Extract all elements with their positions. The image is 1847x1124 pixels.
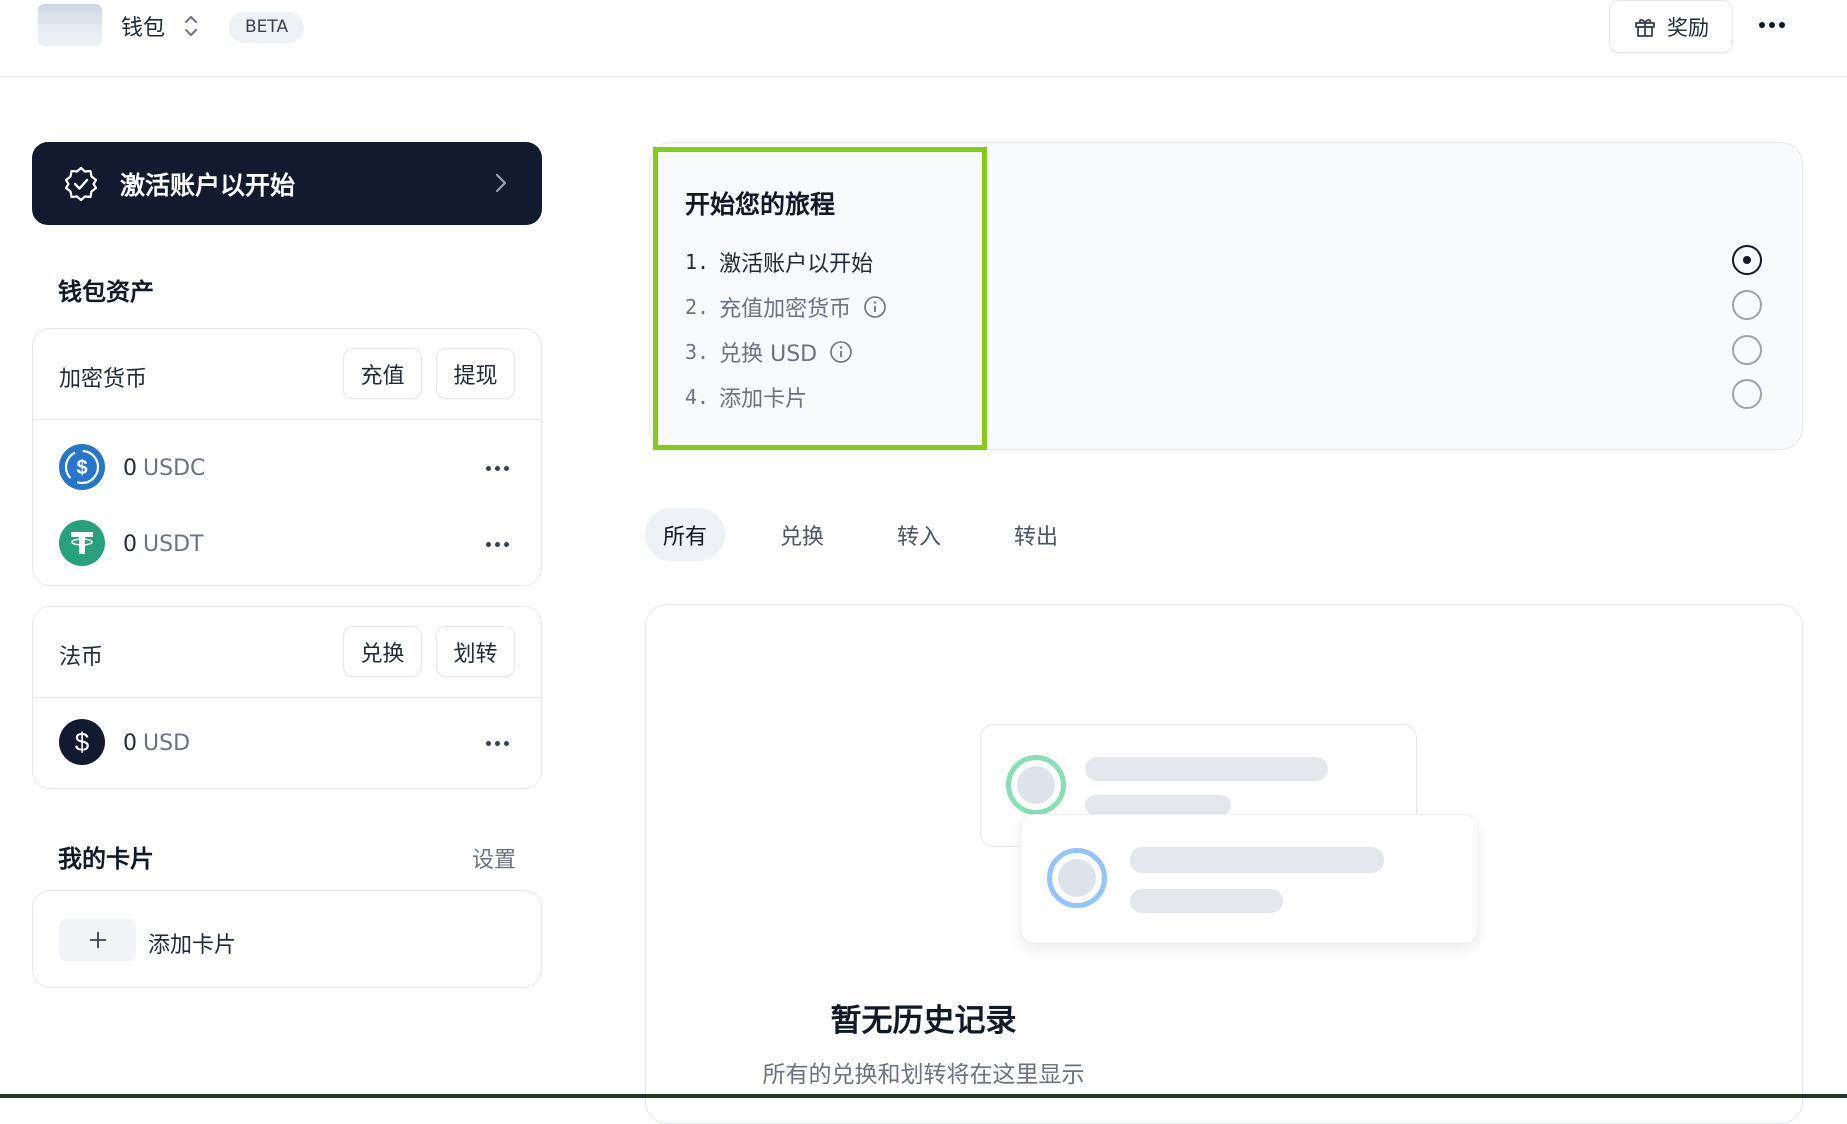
usdc-balance: 0 USDC [123,456,206,481]
tab-transfer-in[interactable]: 转入 [879,508,959,561]
wallet-assets-heading: 钱包资产 [58,278,154,306]
exchange-button[interactable]: 兑换 [343,626,422,677]
tab-transfer-out[interactable]: 转出 [996,508,1076,561]
tab-exchange[interactable]: 兑换 [762,508,842,561]
list-item-usdt[interactable]: 0 USDT [33,496,541,572]
fiat-title: 法币 [59,645,104,670]
journey-title: 开始您的旅程 [685,190,836,219]
history-tabs: 所有 兑换 转入 转出 [645,508,1113,561]
info-icon[interactable] [829,340,853,364]
step-4-status-radio [1732,379,1762,409]
usdt-more-icon[interactable] [486,542,509,547]
svg-text:$: $ [75,727,90,757]
bottom-divider [0,1094,1847,1098]
top-bar: 钱包 BETA 奖励 [0,0,1847,77]
usd-icon: $ [59,719,105,765]
beta-badge: BETA [229,12,305,43]
usd-more-icon[interactable] [486,741,509,746]
card-settings-link[interactable]: 设置 [472,842,516,874]
wallet-title[interactable]: 钱包 [121,10,165,42]
journey-step-3[interactable]: 3. 兑换 USD [685,336,853,368]
reward-button[interactable]: 奖励 [1609,0,1733,53]
empty-history-subtitle: 所有的兑换和划转将在这里显示 [762,1062,1085,1088]
plus-icon [59,919,136,961]
reward-label: 奖励 [1667,15,1709,40]
my-cards-heading: 我的卡片 [58,845,154,873]
usd-balance: 0 USD [123,731,191,756]
transfer-button[interactable]: 划转 [436,626,515,677]
wallet-thumbnail[interactable] [38,4,102,46]
withdraw-button[interactable]: 提现 [436,348,515,399]
placeholder-bar [1085,757,1328,781]
placeholder-bar [1130,889,1283,913]
usdt-balance: 0 USDT [123,532,204,557]
empty-history-title: 暂无历史记录 [830,1003,1017,1039]
tab-all[interactable]: 所有 [645,508,726,561]
verified-badge-icon [64,166,98,201]
step-2-status-radio [1732,290,1762,320]
usdt-icon [59,520,105,566]
usdc-more-icon[interactable] [486,466,509,471]
crypto-card-header: 加密货币 充值 提现 [33,329,541,420]
blue-ring-icon [1047,848,1107,908]
crypto-card: 加密货币 充值 提现 $ 0 USDC 0 USDT [32,328,542,586]
switch-icon[interactable] [182,12,200,40]
journey-step-2[interactable]: 2. 充值加密货币 [685,291,887,323]
activate-account-label: 激活账户以开始 [120,170,296,200]
step-1-status-radio [1732,245,1762,275]
green-ring-icon [1006,755,1066,815]
crypto-title: 加密货币 [59,367,148,392]
fiat-card: 法币 兑换 划转 $ 0 USD [32,606,542,789]
add-card-button[interactable]: 添加卡片 [32,890,542,988]
deposit-button[interactable]: 充值 [343,348,422,399]
info-icon[interactable] [863,295,887,319]
step-3-status-radio [1732,335,1762,365]
svg-text:$: $ [76,457,87,479]
placeholder-bar [1085,795,1231,815]
chevron-right-icon [495,173,507,193]
add-card-label: 添加卡片 [148,933,237,958]
list-item-usdc[interactable]: $ 0 USDC [33,420,541,496]
fiat-card-header: 法币 兑换 划转 [33,607,541,698]
journey-step-1[interactable]: 1. 激活账户以开始 [685,246,873,278]
activate-account-button[interactable]: 激活账户以开始 [32,142,542,225]
gift-icon [1635,18,1655,37]
more-icon[interactable] [1752,10,1792,40]
journey-step-4[interactable]: 4. 添加卡片 [685,381,807,413]
placeholder-bar [1130,847,1384,873]
list-item-usd[interactable]: $ 0 USD [33,698,541,774]
usdc-icon: $ [59,444,105,490]
empty-illustration-card-front [1020,814,1478,944]
